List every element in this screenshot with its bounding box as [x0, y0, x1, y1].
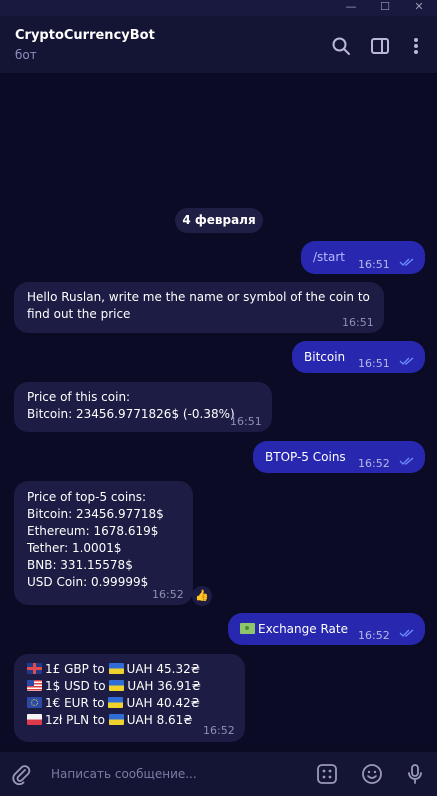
message-time: 16:51	[358, 258, 390, 271]
ua-flag-icon	[108, 697, 124, 708]
message-time: 16:52	[203, 724, 235, 737]
ua-flag-icon	[108, 663, 124, 674]
pl-flag-icon	[27, 714, 42, 725]
message-text: ВTOP-5 Coins	[265, 450, 346, 464]
chat-header[interactable]: CryptoCurrencyBot бот	[0, 16, 437, 74]
more-icon[interactable]	[405, 35, 427, 57]
message-line: Hello Ruslan, write me the name or symbo…	[27, 290, 370, 304]
message-line: find out the price	[27, 307, 131, 321]
message-line: USD Coin: 0.99999$	[27, 575, 149, 589]
search-icon[interactable]	[330, 35, 352, 57]
maximize-button[interactable]: ☐	[368, 0, 402, 16]
chat-title[interactable]: CryptoCurrencyBot	[15, 28, 155, 43]
message-time: 16:51	[230, 415, 262, 428]
message-line: Price of top-5 coins:	[27, 490, 147, 504]
rate-line: 1$ USD to UAH 36.91₴	[27, 678, 201, 695]
message-line: Ethereum: 1678.619$	[27, 524, 159, 538]
message-time: 16:51	[342, 316, 374, 329]
message-text: Exchange Rate	[258, 622, 348, 636]
message-time: 16:52	[358, 457, 390, 470]
message-line: Tether: 1.0001$	[27, 541, 122, 555]
message-composer: Написать сообщение...	[0, 751, 437, 796]
ua-flag-icon	[108, 714, 124, 725]
date-separator: 4 февраля	[175, 208, 263, 233]
microphone-icon[interactable]	[404, 763, 426, 785]
message-time: 16:51	[358, 357, 390, 370]
read-ticks-icon	[399, 357, 414, 365]
message-incoming[interactable]: 1£ GBP to UAH 45.32₴ 1$ USD to UAH 36.91…	[14, 654, 245, 742]
message-text: Bitcoin	[304, 350, 346, 364]
attach-icon[interactable]	[10, 763, 32, 785]
message-line: Bitcoin: 23456.97718$	[27, 507, 164, 521]
message-time: 16:52	[358, 629, 390, 642]
read-ticks-icon	[399, 629, 414, 637]
minimize-button[interactable]: —	[334, 0, 368, 16]
message-incoming[interactable]: Hello Ruslan, write me the name or symbo…	[14, 282, 384, 333]
message-input[interactable]: Написать сообщение...	[51, 767, 197, 781]
read-ticks-icon	[399, 258, 414, 266]
message-incoming[interactable]: Price of top-5 coins: Bitcoin: 23456.977…	[14, 481, 193, 605]
window-titlebar: — ☐ ✕	[0, 0, 437, 16]
message-outgoing[interactable]: /start 16:51	[301, 241, 425, 274]
message-outgoing[interactable]: Exchange Rate 16:52	[228, 613, 425, 645]
thumbs-up-reaction[interactable]: 👍	[192, 586, 212, 606]
message-outgoing[interactable]: ВTOP-5 Coins 16:52	[253, 441, 425, 473]
message-line: Price of this coin:	[27, 390, 131, 404]
rate-line: 1£ GBP to UAH 45.32₴	[27, 661, 201, 678]
message-text[interactable]: /start	[313, 249, 345, 266]
money-icon	[240, 623, 255, 634]
gb-flag-icon	[27, 663, 42, 674]
read-ticks-icon	[399, 457, 414, 465]
chat-subtitle: бот	[15, 48, 37, 62]
close-button[interactable]: ✕	[402, 0, 436, 16]
message-time: 16:52	[152, 588, 184, 601]
message-outgoing[interactable]: Bitcoin 16:51	[292, 341, 425, 373]
sidebar-icon[interactable]	[369, 35, 391, 57]
message-line: BNB: 331.15578$	[27, 558, 133, 572]
us-flag-icon	[27, 680, 42, 691]
message-line: Bitcoin: 23456.9771826$ (-0.38%)	[27, 407, 235, 421]
rate-line: 1€ EUR to UAH 40.42₴	[27, 695, 201, 712]
ua-flag-icon	[109, 680, 125, 691]
message-incoming[interactable]: Price of this coin: Bitcoin: 23456.97718…	[14, 382, 272, 432]
emoji-icon[interactable]	[361, 763, 383, 785]
rate-line: 1zł PLN to UAH 8.61₴	[27, 712, 201, 729]
eu-flag-icon	[27, 697, 42, 708]
bot-commands-icon[interactable]	[316, 763, 338, 785]
